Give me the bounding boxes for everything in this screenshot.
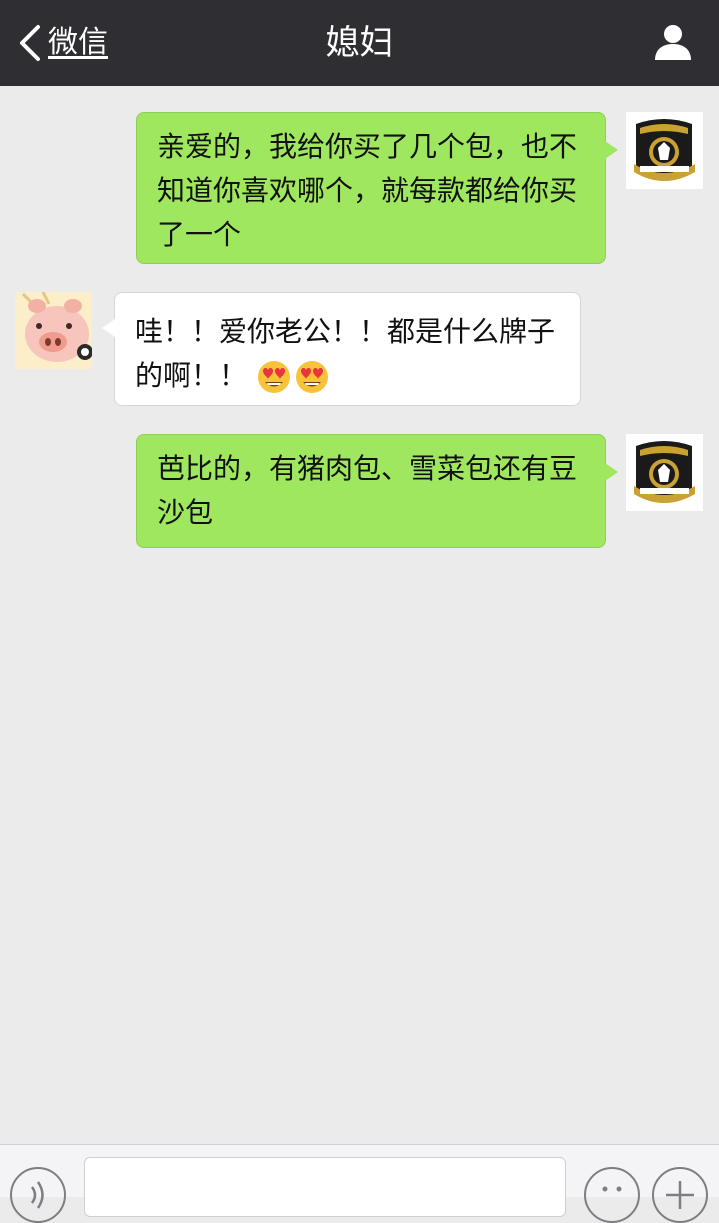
self-avatar[interactable]: [626, 434, 703, 511]
message-bubble-sent[interactable]: 亲爱的，我给你买了几个包，也不知道你喜欢哪个，就每款都给你买了一个: [136, 112, 618, 264]
input-bar: [0, 1144, 719, 1223]
voice-icon: [30, 1181, 44, 1209]
plus-button[interactable]: [652, 1167, 708, 1223]
club-crest-logo: [626, 434, 703, 511]
heart-eyes-emoji-icon: [258, 361, 291, 393]
pig-avatar-icon: [15, 292, 92, 369]
navigation-bar: 微信 媳妇: [0, 0, 719, 86]
chat-area[interactable]: 亲爱的，我给你买了几个包，也不知道你喜欢哪个，就每款都给你买了一个 哇！！爱你老…: [0, 86, 719, 1144]
message-text: 哇！！爱你老公！！都是什么牌子的啊！！: [135, 315, 556, 392]
contact-avatar[interactable]: [15, 292, 92, 369]
back-label: 微信: [48, 25, 108, 60]
profile-icon[interactable]: [653, 22, 693, 62]
message-text: 亲爱的，我给你买了几个包，也不知道你喜欢哪个，就每款都给你买了一个: [157, 130, 578, 251]
message-text: 芭比的，有猪肉包、雪菜包还有豆沙包: [157, 452, 578, 529]
back-button[interactable]: 微信: [16, 18, 108, 68]
message-bubble-received[interactable]: 哇！！爱你老公！！都是什么牌子的啊！！: [102, 292, 581, 406]
plus-icon: [666, 1181, 694, 1209]
chevron-left-icon: [20, 25, 40, 61]
self-avatar[interactable]: [626, 112, 703, 189]
message-bubble-sent[interactable]: 芭比的，有猪肉包、雪菜包还有豆沙包: [136, 434, 618, 548]
club-crest-logo: [626, 112, 703, 189]
emoji-button[interactable]: [584, 1167, 640, 1223]
emoji-group: [257, 360, 329, 394]
emoji-icon: [602, 1186, 622, 1192]
message-input[interactable]: [84, 1157, 566, 1217]
heart-eyes-emoji-icon: [296, 361, 329, 393]
voice-button[interactable]: [10, 1167, 66, 1223]
